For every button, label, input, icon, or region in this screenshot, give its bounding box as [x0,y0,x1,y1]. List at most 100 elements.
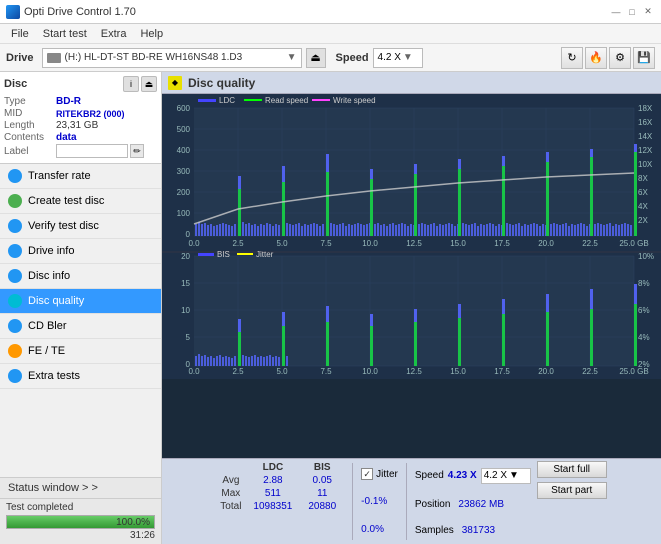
svg-text:BIS: BIS [217,250,230,259]
action-buttons: Start full Start part [537,461,607,499]
max-row: Max 511 11 [216,487,344,500]
svg-text:5.0: 5.0 [276,239,288,248]
total-row: Total 1098351 20880 [216,500,344,513]
svg-text:10.0: 10.0 [362,239,378,248]
sidebar-status: Status window > > Test completed 100.0% … [0,477,161,544]
sidebar-item-extra-tests[interactable]: Extra tests [0,364,161,389]
menu-extra[interactable]: Extra [94,26,134,42]
menu-file[interactable]: File [4,26,36,42]
sidebar-item-disc-info[interactable]: Disc info [0,264,161,289]
svg-text:20: 20 [181,252,190,261]
total-label: Total [216,500,245,513]
max-ldc: 511 [245,487,300,500]
svg-text:15.0: 15.0 [450,367,466,376]
sidebar-item-fe-te[interactable]: FE / TE [0,339,161,364]
sidebar-item-cd-bler[interactable]: CD Bler [0,314,161,339]
fe-te-icon [8,344,22,358]
disc-info-icon[interactable]: i [123,76,139,92]
drive-dropdown-arrow: ▼ [287,52,297,63]
bis-col-header: BIS [300,461,344,474]
svg-text:600: 600 [177,104,191,113]
svg-text:25.0 GB: 25.0 GB [619,367,648,376]
svg-text:14X: 14X [638,132,653,141]
label-edit-button[interactable]: ✏ [130,144,144,158]
avg-ldc: 2.88 [245,474,300,487]
position-label: Position [415,499,451,510]
speed-dropdown-arrow: ▼ [403,52,413,63]
svg-text:15.0: 15.0 [450,239,466,248]
max-jitter-value: 0.0% [361,524,384,535]
disc-quality-icon [8,294,22,308]
sidebar-item-drive-info[interactable]: Drive info [0,239,161,264]
sidebar-item-label: Verify test disc [28,220,99,232]
stats-bar: LDC BIS Avg 2.88 0.05 Max 511 [162,458,661,544]
svg-text:400: 400 [177,146,191,155]
svg-text:0.0: 0.0 [188,239,200,248]
start-full-button[interactable]: Start full [537,461,607,478]
maximize-button[interactable]: □ [625,5,639,19]
speed-current-val: 4.23 X [448,470,477,481]
status-window-button[interactable]: Status window > > [0,478,161,499]
sidebar-item-label: Disc info [28,270,70,282]
length-label: Length [4,120,56,131]
progress-bar: 100.0% [6,515,155,529]
type-value: BD-R [56,96,81,107]
sidebar-item-verify-test-disc[interactable]: Verify test disc [0,214,161,239]
sidebar-item-disc-quality[interactable]: Disc quality [0,289,161,314]
content-area: ◆ Disc quality [162,72,661,544]
svg-text:22.5: 22.5 [582,239,598,248]
menu-bar: File Start test Extra Help [0,24,661,44]
disc-title: Disc [4,78,27,90]
label-input[interactable] [56,144,128,158]
avg-label: Avg [216,474,245,487]
svg-text:10%: 10% [638,252,654,261]
svg-text:300: 300 [177,167,191,176]
avg-bis: 0.05 [300,474,344,487]
eject-button[interactable]: ⏏ [306,48,326,68]
label-label: Label [4,146,56,157]
jitter-checkbox[interactable]: ✓ [361,468,373,480]
charts-svg: 600 500 400 300 200 100 0 18X 16X 14X 12… [162,94,661,379]
svg-text:7.5: 7.5 [320,239,332,248]
settings-button[interactable]: ⚙ [609,47,631,69]
burn-button[interactable]: 🔥 [585,47,607,69]
svg-text:7.5: 7.5 [320,367,332,376]
total-ldc: 1098351 [245,500,300,513]
type-label: Type [4,96,56,107]
close-button[interactable]: ✕ [641,5,655,19]
svg-text:22.5: 22.5 [582,367,598,376]
drive-selector[interactable]: (H:) HL-DT-ST BD-RE WH16NS48 1.D3 ▼ [42,48,302,68]
speed-dropdown[interactable]: 4.2 X ▼ [481,468,531,484]
speed-header: Speed [415,470,444,481]
sidebar-item-transfer-rate[interactable]: Transfer rate [0,164,161,189]
save-button[interactable]: 💾 [633,47,655,69]
svg-text:10.0: 10.0 [362,367,378,376]
status-window-label: Status window > > [8,482,98,494]
stats-table: LDC BIS Avg 2.88 0.05 Max 511 [216,461,344,513]
minimize-button[interactable]: — [609,5,623,19]
speed-selector[interactable]: 4.2 X ▼ [373,48,423,68]
sidebar-item-create-test-disc[interactable]: Create test disc [0,189,161,214]
refresh-button[interactable]: ↻ [561,47,583,69]
avg-row: Avg 2.88 0.05 [216,474,344,487]
create-test-disc-icon [8,194,22,208]
main-layout: Disc i ⏏ Type BD-R MID RITEKBR2 (000) Le… [0,72,661,544]
svg-text:20.0: 20.0 [538,239,554,248]
svg-text:12.5: 12.5 [406,239,422,248]
jitter-label: Jitter [376,469,398,480]
sidebar-menu: Transfer rate Create test disc Verify te… [0,164,161,389]
disc-eject-icon[interactable]: ⏏ [141,76,157,92]
menu-help[interactable]: Help [133,26,170,42]
svg-text:15: 15 [181,279,190,288]
menu-start-test[interactable]: Start test [36,26,94,42]
status-bar: Test completed 100.0% 31:26 [0,499,161,544]
chart-title: Disc quality [188,76,255,90]
samples-row: Samples 381733 [415,525,531,536]
title-bar-text: Opti Drive Control 1.70 [24,6,136,18]
start-part-button[interactable]: Start part [537,482,607,499]
svg-text:6X: 6X [638,188,648,197]
app-icon [6,5,20,19]
transfer-rate-icon [8,169,22,183]
svg-text:17.5: 17.5 [494,239,510,248]
svg-text:Read speed: Read speed [265,96,308,105]
